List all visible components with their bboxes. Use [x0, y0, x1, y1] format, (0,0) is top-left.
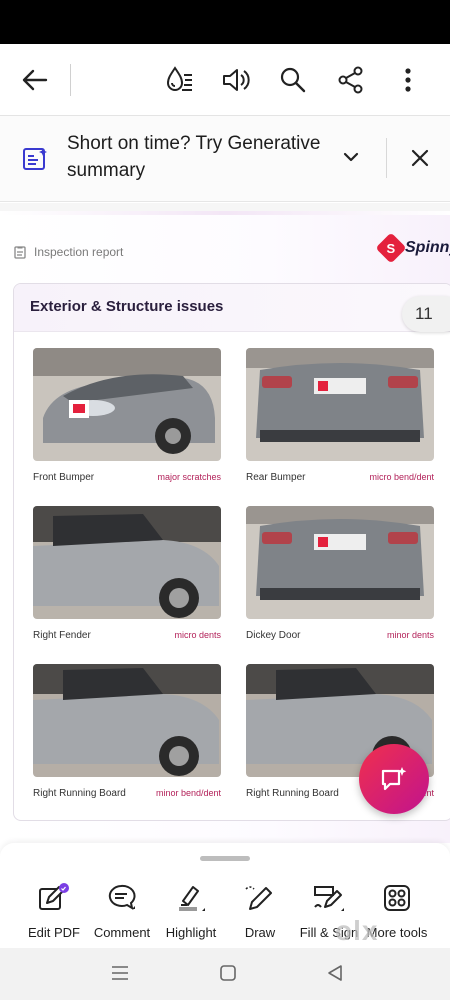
back-arrow-icon [22, 69, 48, 91]
car-side-photo [33, 506, 221, 619]
chevron-down-icon [343, 152, 359, 162]
olx-watermark: olx [335, 915, 379, 946]
back-button[interactable] [15, 60, 55, 100]
fill-sign-icon [314, 886, 344, 911]
page-top-strip [0, 211, 450, 215]
home-button[interactable] [219, 964, 237, 987]
ai-chat-icon [381, 767, 407, 791]
back-triangle-icon [328, 965, 342, 981]
generative-summary-banner[interactable]: Short on time? Try Generative summary [0, 116, 450, 202]
recent-apps-button[interactable] [110, 964, 130, 987]
share-button[interactable] [331, 60, 371, 100]
spinny-logo: S Spinny [375, 232, 450, 264]
recents-icon [112, 966, 128, 980]
inspection-report-label: Inspection report [14, 245, 123, 259]
banner-divider [386, 138, 387, 178]
home-icon [220, 965, 236, 981]
read-aloud-button[interactable] [216, 60, 256, 100]
speaker-icon [223, 69, 250, 91]
kebab-menu-icon [405, 68, 411, 92]
clipboard-icon [14, 246, 26, 259]
draw-icon [245, 886, 272, 910]
system-back-button[interactable] [326, 964, 344, 987]
search-button[interactable] [273, 60, 313, 100]
issue-item[interactable]: Dickey Door minor dents [246, 506, 434, 646]
draw-tool[interactable]: Draw [220, 881, 300, 941]
banner-text: Short on time? Try Generative summary [67, 133, 321, 181]
expand-banner-button[interactable] [343, 150, 359, 168]
highlight-icon [179, 886, 205, 911]
issue-item[interactable]: Rear Bumper micro bend/dent [246, 348, 434, 488]
liquid-mode-button[interactable] [159, 60, 199, 100]
sheet-drag-handle[interactable] [200, 856, 250, 861]
edit-pdf-icon [39, 883, 69, 910]
generative-summary-icon [23, 148, 47, 170]
issue-item[interactable]: Front Bumper major scratches [33, 348, 221, 488]
ai-assistant-button[interactable] [359, 744, 429, 814]
share-icon [338, 66, 363, 94]
status-bar [0, 0, 450, 44]
exterior-issues-card: Exterior & Structure issues Front Bumper… [13, 283, 450, 821]
highlight-tool[interactable]: Highlight [151, 881, 231, 941]
car-front-photo [33, 348, 221, 461]
car-rear-photo [246, 348, 434, 461]
tools-bottom-sheet: Edit PDF Comment Highlight Draw Fill & S… [0, 843, 450, 948]
more-tools-icon [384, 885, 410, 911]
system-navigation-bar [0, 948, 450, 1000]
search-icon [280, 67, 306, 93]
car-running-board-photo [33, 664, 221, 777]
comment-tool[interactable]: Comment [82, 881, 162, 941]
top-toolbar [0, 44, 450, 116]
close-icon [411, 149, 429, 167]
section-title: Exterior & Structure issues [30, 298, 224, 315]
spinny-logo-badge: S [375, 232, 407, 264]
issue-item[interactable]: Right Running Board minor bend/dent [33, 664, 221, 804]
issue-item[interactable]: Right Fender micro dents [33, 506, 221, 646]
toolbar-divider [70, 64, 71, 96]
comment-icon [108, 884, 136, 911]
page-number-indicator[interactable]: 11 [402, 296, 450, 332]
more-options-button[interactable] [388, 60, 428, 100]
liquid-mode-icon [166, 66, 192, 91]
car-dickey-photo [246, 506, 434, 619]
close-banner-button[interactable] [411, 149, 429, 172]
card-header: Exterior & Structure issues [14, 284, 450, 332]
